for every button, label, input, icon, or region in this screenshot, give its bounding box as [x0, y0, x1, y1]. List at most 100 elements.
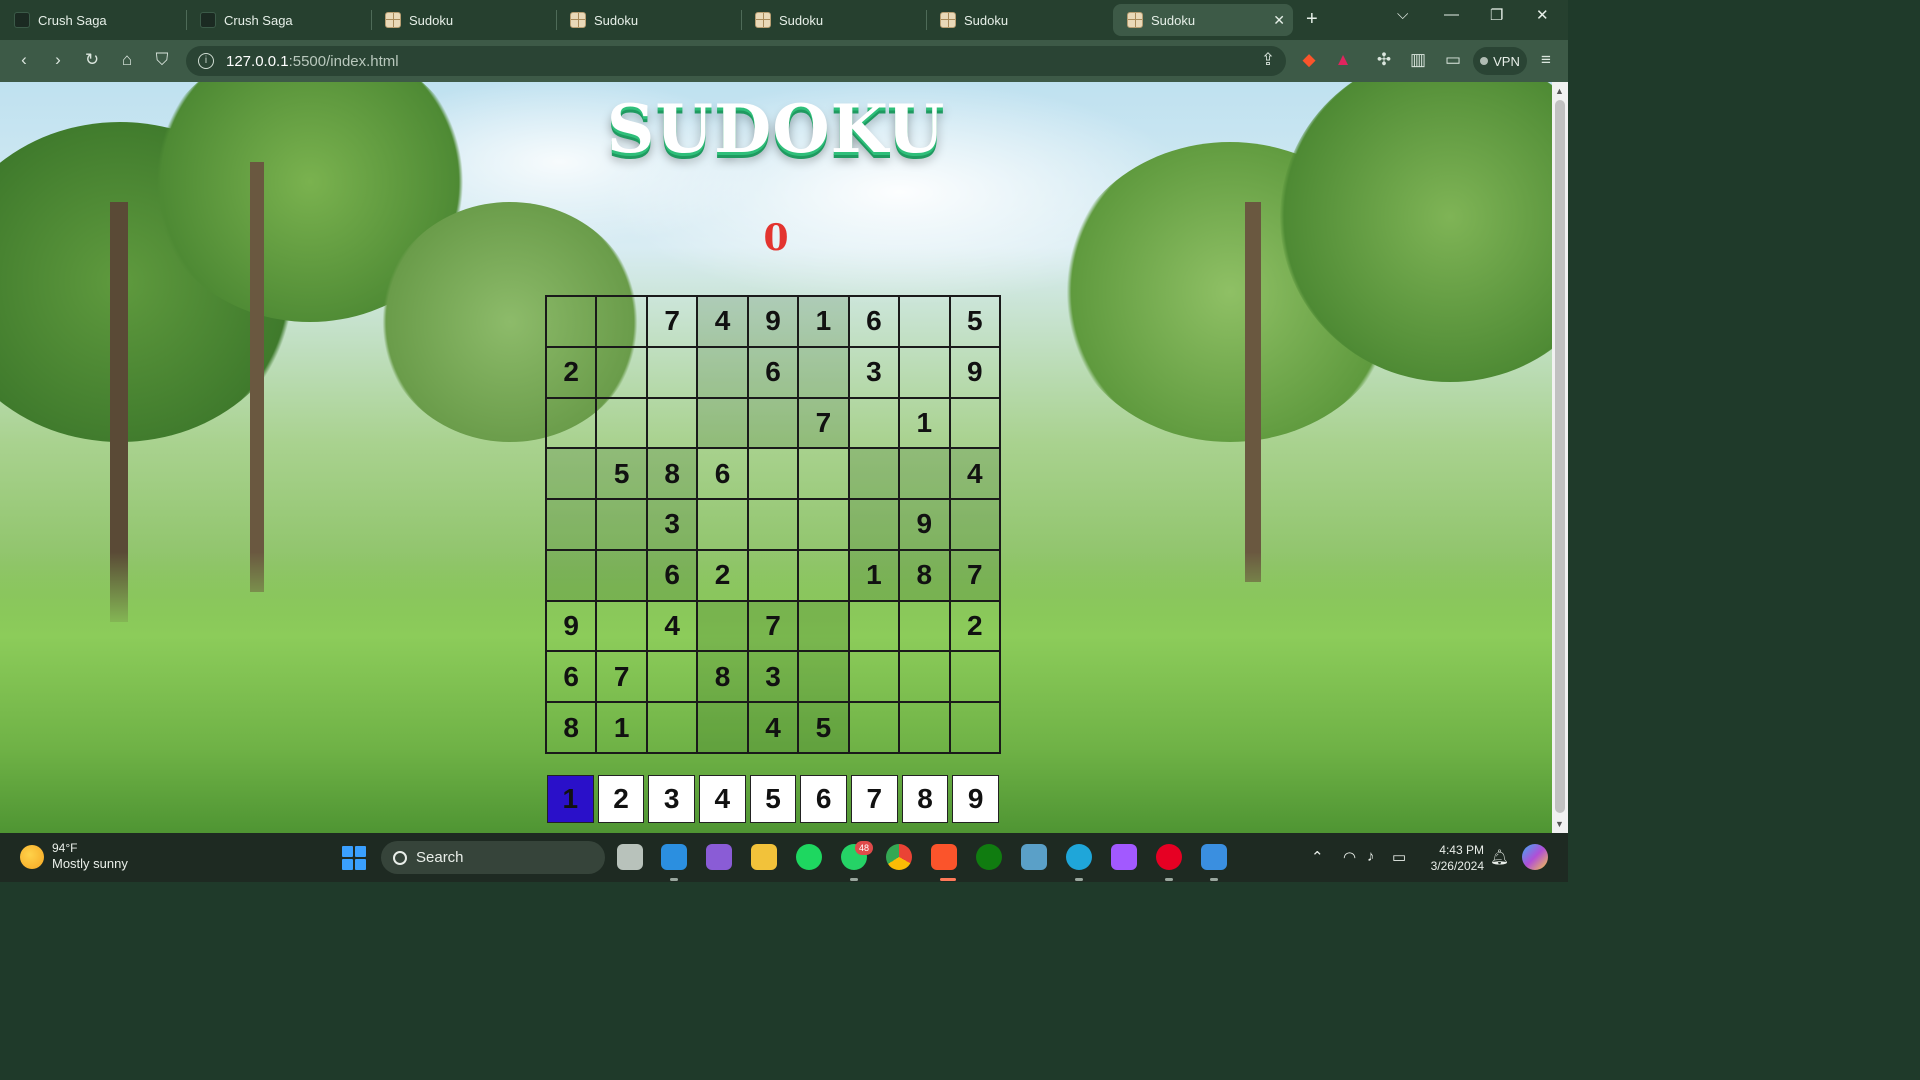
sudoku-cell[interactable]: 9	[546, 600, 597, 652]
sudoku-cell[interactable]	[899, 702, 950, 753]
sudoku-cell[interactable]	[747, 397, 799, 449]
sudoku-cell[interactable]	[848, 600, 900, 652]
tab-search-chevron-icon[interactable]: ⌵	[1397, 6, 1408, 23]
digit-button-3[interactable]: 3	[648, 775, 695, 823]
sudoku-cell[interactable]	[546, 397, 597, 449]
sudoku-cell[interactable]: 8	[646, 448, 698, 500]
sudoku-cell[interactable]	[697, 702, 748, 753]
close-tab-icon[interactable]: ✕	[1273, 12, 1285, 29]
sudoku-cell[interactable]	[899, 448, 950, 500]
sudoku-cell[interactable]	[596, 499, 647, 550]
wallet-icon[interactable]: ▭	[1442, 50, 1464, 70]
sudoku-cell[interactable]: 1	[798, 296, 849, 347]
sudoku-cell[interactable]	[899, 296, 950, 347]
tab-sudoku-1[interactable]: Sudoku	[371, 4, 556, 36]
sudoku-cell[interactable]: 4	[747, 702, 799, 753]
close-window-button[interactable]: ✕	[1536, 6, 1549, 24]
sudoku-cell[interactable]	[596, 549, 647, 601]
scroll-down-arrow-icon[interactable]: ▼	[1555, 819, 1564, 829]
sudoku-cell[interactable]: 3	[646, 499, 698, 550]
sudoku-cell[interactable]	[798, 346, 849, 398]
show-hidden-icons-chevron-icon[interactable]: ⌃	[1311, 848, 1324, 866]
sudoku-cell[interactable]	[848, 397, 900, 449]
restore-button[interactable]: ❐	[1490, 6, 1503, 24]
digit-button-1[interactable]: 1	[547, 775, 594, 823]
sudoku-cell[interactable]	[596, 346, 647, 398]
sudoku-cell[interactable]: 5	[596, 448, 647, 500]
new-tab-button[interactable]: +	[1306, 8, 1318, 31]
sudoku-cell[interactable]: 9	[949, 346, 1000, 398]
task-view-icon[interactable]	[617, 844, 643, 870]
digit-button-7[interactable]: 7	[851, 775, 898, 823]
sudoku-cell[interactable]	[646, 397, 698, 449]
sidebar-icon[interactable]: ▥	[1407, 50, 1429, 70]
digit-button-9[interactable]: 9	[952, 775, 999, 823]
scroll-up-arrow-icon[interactable]: ▲	[1555, 86, 1564, 96]
volume-icon[interactable]: ♪	[1367, 848, 1375, 865]
sudoku-cell[interactable]	[848, 702, 900, 753]
file-explorer-icon[interactable]	[751, 844, 777, 870]
sudoku-cell[interactable]: 6	[646, 549, 698, 601]
digit-button-6[interactable]: 6	[800, 775, 847, 823]
forward-icon[interactable]: ›	[47, 50, 69, 70]
sudoku-cell[interactable]: 2	[949, 600, 1000, 652]
sudoku-cell[interactable]: 6	[697, 448, 748, 500]
sudoku-cell[interactable]	[747, 499, 799, 550]
vscode-icon[interactable]	[661, 844, 687, 870]
address-bar[interactable]: i 127.0.0.1:5500/index.html	[186, 46, 1286, 76]
spotify-icon[interactable]	[796, 844, 822, 870]
site-info-icon[interactable]: i	[198, 53, 214, 69]
sudoku-cell[interactable]	[596, 296, 647, 347]
bookmark-icon[interactable]: ⛉	[151, 50, 173, 70]
sudoku-cell[interactable]: 6	[747, 346, 799, 398]
battery-icon[interactable]: ▭	[1392, 848, 1406, 866]
tab-crush-saga-2[interactable]: Crush Saga	[186, 4, 371, 36]
sudoku-cell[interactable]	[596, 600, 647, 652]
sudoku-cell[interactable]	[697, 499, 748, 550]
sudoku-cell[interactable]	[546, 499, 597, 550]
tab-crush-saga-1[interactable]: Crush Saga	[0, 4, 185, 36]
xbox-icon[interactable]	[976, 844, 1002, 870]
brave-rewards-icon[interactable]: ▲	[1332, 50, 1354, 70]
sudoku-cell[interactable]	[747, 448, 799, 500]
sudoku-cell[interactable]: 4	[646, 600, 698, 652]
brave-shields-icon[interactable]: ◆	[1298, 50, 1320, 70]
tab-sudoku-3[interactable]: Sudoku	[741, 4, 926, 36]
sudoku-cell[interactable]: 5	[949, 296, 1000, 347]
sudoku-cell[interactable]	[546, 549, 597, 601]
tab-sudoku-active[interactable]: Sudoku ✕	[1113, 4, 1293, 36]
sudoku-cell[interactable]: 6	[848, 296, 900, 347]
sudoku-cell[interactable]	[899, 600, 950, 652]
sudoku-cell[interactable]: 1	[596, 702, 647, 753]
sudoku-cell[interactable]	[848, 651, 900, 703]
sudoku-cell[interactable]	[747, 549, 799, 601]
reload-icon[interactable]: ↻	[81, 50, 103, 70]
sudoku-cell[interactable]	[697, 600, 748, 652]
figma-icon[interactable]	[1111, 844, 1137, 870]
digit-button-5[interactable]: 5	[749, 775, 797, 823]
edge-icon[interactable]	[1066, 844, 1092, 870]
sudoku-cell[interactable]	[949, 702, 1000, 753]
digit-button-2[interactable]: 2	[597, 775, 645, 823]
sudoku-cell[interactable]: 7	[646, 296, 698, 347]
sudoku-cell[interactable]	[899, 651, 950, 703]
digit-button-8[interactable]: 8	[901, 775, 949, 823]
sudoku-cell[interactable]	[646, 346, 698, 398]
sudoku-cell[interactable]: 4	[697, 296, 748, 347]
sudoku-cell[interactable]	[798, 549, 849, 601]
sudoku-cell[interactable]	[546, 448, 597, 500]
sudoku-cell[interactable]	[596, 397, 647, 449]
sudoku-cell[interactable]: 2	[546, 346, 597, 398]
sudoku-cell[interactable]: 7	[596, 651, 647, 703]
sudoku-cell[interactable]	[697, 346, 748, 398]
sudoku-cell[interactable]	[798, 448, 849, 500]
sudoku-cell[interactable]: 8	[697, 651, 748, 703]
home-icon[interactable]: ⌂	[116, 50, 138, 70]
extensions-icon[interactable]: ✣	[1373, 50, 1395, 70]
photos-icon[interactable]	[1021, 844, 1047, 870]
sudoku-cell[interactable]	[949, 651, 1000, 703]
sudoku-cell[interactable]: 1	[899, 397, 950, 449]
tab-sudoku-4[interactable]: Sudoku	[926, 4, 1111, 36]
start-button[interactable]	[342, 846, 366, 870]
sudoku-cell[interactable]: 6	[546, 651, 597, 703]
